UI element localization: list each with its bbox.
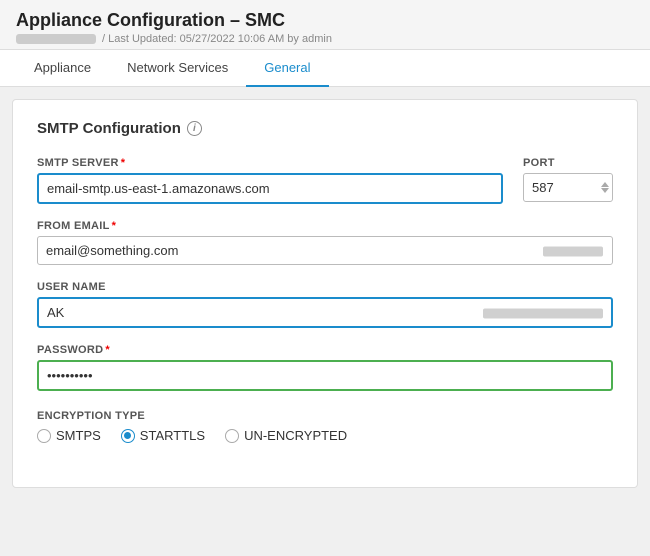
- port-input[interactable]: [523, 173, 613, 202]
- password-group: PASSWORD*: [37, 344, 613, 391]
- radio-circle-starttls: [121, 429, 135, 443]
- port-group: PORT: [523, 157, 613, 204]
- tab-appliance[interactable]: Appliance: [16, 50, 109, 87]
- from-email-wrapper: [37, 236, 613, 265]
- smtp-server-label: SMTP SERVER*: [37, 157, 503, 169]
- from-email-label: FROM EMAIL*: [37, 220, 613, 232]
- port-label: PORT: [523, 157, 613, 169]
- radio-label-smtps: SMTPS: [56, 428, 101, 443]
- username-label: USER NAME: [37, 281, 613, 293]
- password-row: PASSWORD*: [37, 344, 613, 391]
- username-input[interactable]: [37, 297, 613, 328]
- port-wrapper: [523, 173, 613, 202]
- smtp-server-input[interactable]: [37, 173, 503, 204]
- from-email-group: FROM EMAIL*: [37, 220, 613, 265]
- breadcrumb-image: [16, 34, 96, 44]
- tab-network-services[interactable]: Network Services: [109, 50, 246, 87]
- section-title: SMTP Configuration i: [37, 120, 613, 137]
- radio-label-unencrypted: UN-ENCRYPTED: [244, 428, 347, 443]
- main-content: SMTP Configuration i SMTP SERVER* PORT: [12, 99, 638, 488]
- tabs-bar: Appliance Network Services General: [0, 50, 650, 87]
- radio-circle-unencrypted: [225, 429, 239, 443]
- from-email-row: FROM EMAIL*: [37, 220, 613, 265]
- username-group: USER NAME: [37, 281, 613, 328]
- smtp-server-group: SMTP SERVER*: [37, 157, 503, 204]
- radio-dot-starttls: [124, 432, 131, 439]
- port-decrement[interactable]: [601, 188, 609, 193]
- radio-starttls[interactable]: STARTTLS: [121, 428, 205, 443]
- port-spinner[interactable]: [601, 182, 609, 193]
- info-icon[interactable]: i: [187, 121, 202, 136]
- last-updated-text: / Last Updated: 05/27/2022 10:06 AM by a…: [102, 33, 332, 45]
- page-header: Appliance Configuration – SMC / Last Upd…: [0, 0, 650, 50]
- encryption-label: ENCRYPTION TYPE: [37, 410, 145, 422]
- encryption-radio-group: SMTPS STARTTLS UN-ENCRYPTED: [37, 428, 613, 443]
- password-input[interactable]: [37, 360, 613, 391]
- smtp-port-row: SMTP SERVER* PORT: [37, 157, 613, 204]
- page-subtitle: / Last Updated: 05/27/2022 10:06 AM by a…: [16, 33, 634, 45]
- radio-label-starttls: STARTTLS: [140, 428, 205, 443]
- radio-circle-smtps: [37, 429, 51, 443]
- password-label: PASSWORD*: [37, 344, 613, 356]
- tab-general[interactable]: General: [246, 50, 328, 87]
- page-title: Appliance Configuration – SMC: [16, 10, 634, 31]
- username-row: USER NAME: [37, 281, 613, 328]
- radio-unencrypted[interactable]: UN-ENCRYPTED: [225, 428, 347, 443]
- encryption-row: ENCRYPTION TYPE SMTPS STARTTLS UN-ENCRYP…: [37, 407, 613, 443]
- radio-smtps[interactable]: SMTPS: [37, 428, 101, 443]
- from-email-input[interactable]: [37, 236, 613, 265]
- port-increment[interactable]: [601, 182, 609, 187]
- username-wrapper: [37, 297, 613, 328]
